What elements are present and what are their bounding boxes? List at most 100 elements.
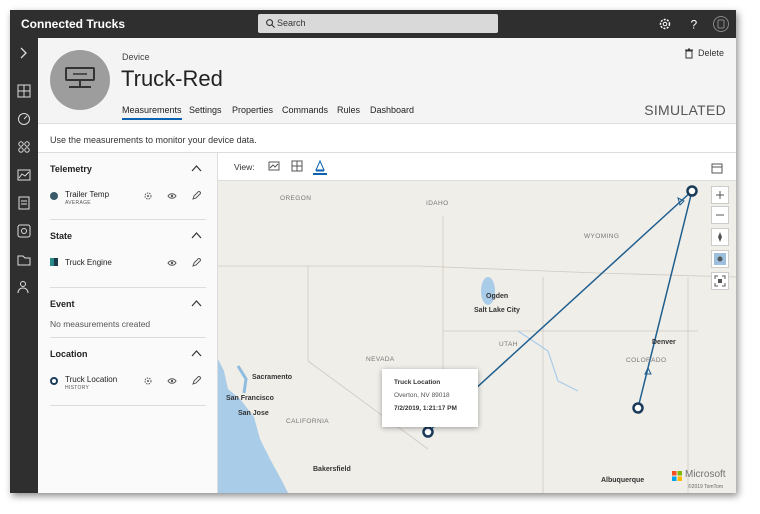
simulated-badge: SIMULATED: [644, 102, 726, 118]
chevron-up-icon[interactable]: [191, 300, 202, 307]
popup-address: Overton, NV 89018: [394, 392, 450, 399]
tab-measurements[interactable]: Measurements: [122, 105, 182, 120]
city-label: Denver: [652, 339, 676, 346]
page-description: Use the measurements to monitor your dev…: [50, 135, 257, 145]
city-label: Bakersfield: [313, 466, 351, 473]
compass-icon: [718, 232, 722, 242]
edit-pencil-icon[interactable]: [191, 376, 201, 386]
state-section-title: State: [50, 231, 73, 241]
divider: [50, 219, 206, 220]
fullscreen-button[interactable]: [711, 272, 729, 290]
gear-icon[interactable]: [656, 15, 674, 33]
region-label: NEVADA: [366, 356, 395, 363]
minus-icon: [716, 214, 724, 216]
city-label: San Jose: [238, 410, 269, 417]
eye-icon[interactable]: [167, 191, 177, 201]
chevron-up-icon[interactable]: [191, 232, 202, 239]
chevron-up-icon[interactable]: [191, 350, 202, 357]
device-name: Truck-Red: [121, 66, 223, 91]
dashboard-icon[interactable]: [15, 82, 33, 100]
app-window: Connected Trucks Search ? Device Truck-R…: [10, 10, 736, 493]
view-label: View:: [234, 162, 255, 172]
map-view-icon: [315, 159, 325, 172]
grid-view-icon[interactable]: [290, 159, 304, 173]
location-item-mode: HISTORY: [65, 385, 90, 391]
telemetry-item-name: Trailer Temp: [65, 190, 110, 199]
left-nav-rail: [10, 38, 38, 493]
location-section-title: Location: [50, 349, 88, 359]
map-style-icon: [714, 253, 726, 265]
microsoft-logo-icon: [672, 471, 682, 481]
telemetry-item-aggregation: AVERAGE: [65, 200, 91, 206]
delete-button[interactable]: Delete: [684, 48, 724, 59]
eye-icon[interactable]: [167, 376, 177, 386]
expand-nav-icon[interactable]: [15, 44, 33, 62]
tab-properties[interactable]: Properties: [232, 105, 273, 115]
map-view-tab[interactable]: [313, 157, 327, 175]
region-label: COLORADO: [626, 357, 667, 364]
data-export-icon[interactable]: [15, 250, 33, 268]
route-start-marker[interactable]: [632, 402, 644, 414]
city-label: San Francisco: [226, 395, 274, 402]
device-avatar: [50, 50, 110, 110]
device-page: Device Truck-Red Measurements Settings P…: [38, 38, 736, 493]
compass-button[interactable]: [711, 228, 729, 246]
user-avatar-icon[interactable]: [712, 15, 730, 33]
search-input[interactable]: Search: [258, 14, 498, 33]
gear-icon[interactable]: [143, 191, 153, 201]
location-popup[interactable]: Truck Location Overton, NV 89018 7/2/201…: [382, 369, 478, 427]
help-icon[interactable]: ?: [685, 15, 703, 33]
region-label: WYOMING: [584, 233, 620, 240]
edit-pencil-icon[interactable]: [191, 258, 201, 268]
zoom-in-button[interactable]: [711, 186, 729, 204]
search-placeholder: Search: [277, 18, 306, 28]
line-chart-view-icon[interactable]: [267, 159, 281, 173]
event-section-title: Event: [50, 299, 75, 309]
city-label: Salt Lake City: [474, 307, 520, 314]
route-end-marker[interactable]: [686, 185, 698, 197]
calendar-icon[interactable]: [710, 161, 724, 175]
state-item-name: Truck Engine: [65, 258, 112, 267]
series-color-dot: [50, 192, 58, 200]
gear-icon[interactable]: [143, 376, 153, 386]
plus-icon: [716, 191, 724, 199]
map-canvas: [218, 185, 736, 493]
region-label: OREGON: [280, 195, 312, 202]
map-brand: Microsoft: [685, 469, 726, 480]
city-label: Sacramento: [252, 374, 293, 381]
divider: [50, 287, 206, 288]
region-label: IDAHO: [426, 200, 449, 207]
popup-datetime: 7/2/2019, 1:21:17 PM: [394, 405, 457, 412]
view-toolbar: View:: [218, 152, 736, 181]
zoom-out-button[interactable]: [711, 206, 729, 224]
device-explorer-icon[interactable]: [15, 110, 33, 128]
tab-dashboard[interactable]: Dashboard: [370, 105, 414, 115]
device-templates-icon[interactable]: [15, 222, 33, 240]
measurements-panel: Telemetry Trailer Temp AVERAGE State Tru…: [38, 152, 218, 493]
chevron-up-icon[interactable]: [191, 165, 202, 172]
administration-icon[interactable]: [15, 278, 33, 296]
fullscreen-icon: [714, 275, 726, 287]
state-color-icon: [50, 258, 58, 266]
device-type-label: Device: [122, 52, 150, 62]
jobs-icon[interactable]: [15, 194, 33, 212]
map-view[interactable]: OREGON IDAHO WYOMING NEVADA UTAH COLORAD…: [218, 181, 736, 493]
city-label: Ogden: [486, 293, 509, 300]
region-label: CALIFORNIA: [286, 418, 330, 425]
telemetry-section-title: Telemetry: [50, 164, 92, 174]
device-icon: [65, 67, 95, 88]
eye-icon[interactable]: [167, 258, 177, 268]
tab-commands[interactable]: Commands: [282, 105, 328, 115]
map-style-button[interactable]: [711, 250, 729, 268]
tab-settings[interactable]: Settings: [189, 105, 222, 115]
tab-rules[interactable]: Rules: [337, 105, 360, 115]
event-empty-text: No measurements created: [50, 319, 151, 329]
svg-text:?: ?: [691, 18, 698, 32]
location-item-name: Truck Location: [65, 375, 118, 384]
analytics-icon[interactable]: [15, 166, 33, 184]
current-location-marker[interactable]: [422, 426, 434, 438]
edit-pencil-icon[interactable]: [191, 191, 201, 201]
device-sets-icon[interactable]: [15, 138, 33, 156]
search-icon: [266, 19, 276, 29]
trash-icon: [684, 48, 693, 59]
